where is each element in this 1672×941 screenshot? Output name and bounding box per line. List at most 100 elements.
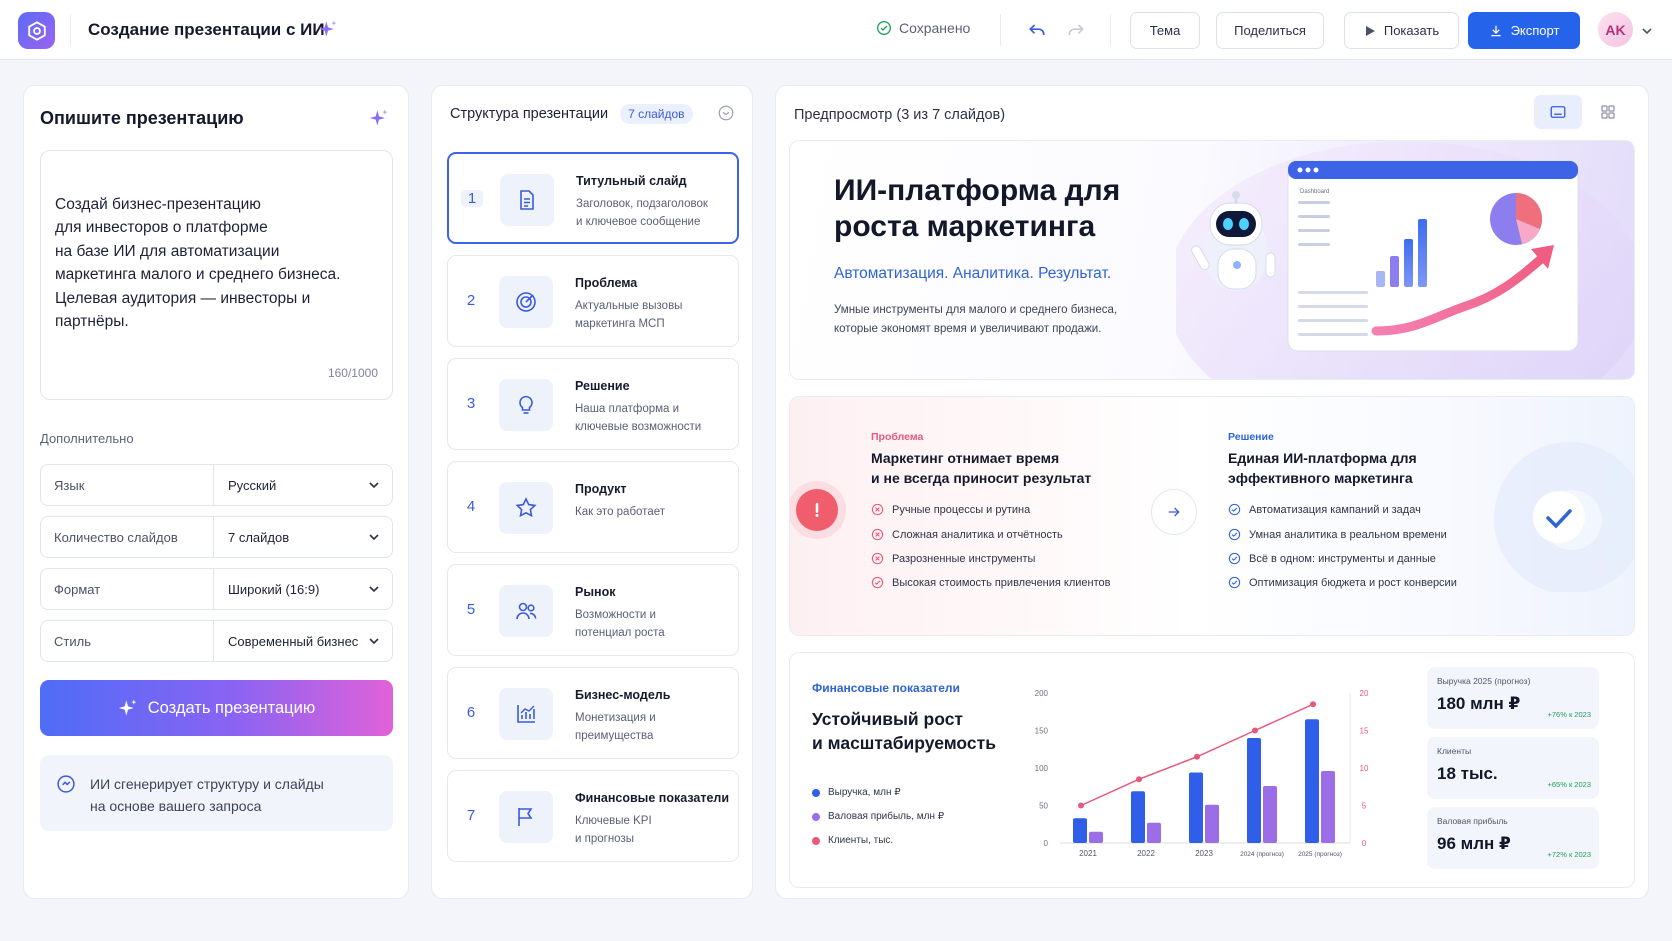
solution-item: Всё в одном: инструменты и данные [1228, 552, 1436, 565]
chevron-down-icon[interactable] [1641, 24, 1653, 42]
revenue-bar [1247, 738, 1261, 843]
slide-number: 7 [466, 807, 476, 824]
finance-title: Устойчивый рост и масштабируемость [812, 709, 996, 753]
kpi-delta: +72% к 2023 [1547, 850, 1591, 859]
download-icon [1490, 25, 1501, 36]
ai-info-icon [57, 775, 75, 793]
slide-preview-problem-solution[interactable]: Проблема Маркетинг отнимает время и не в… [789, 396, 1635, 636]
slide-desc: Заголовок, подзаголовок и ключевое сообщ… [576, 198, 708, 228]
language-select[interactable]: Язык Русский [40, 464, 393, 506]
preview-heading: Предпросмотр (3 из 7 слайдов) [794, 107, 1006, 123]
theme-button[interactable]: Тема [1130, 12, 1200, 49]
document-title[interactable]: Создание презентации с ИИ [88, 20, 325, 40]
check-circle-icon [1228, 552, 1241, 565]
hero-description: Умные инструменты для малого и среднего … [834, 304, 1118, 335]
solution-item: Оптимизация бюджета и рост конверсии [1228, 576, 1457, 589]
redo-icon[interactable] [1066, 20, 1086, 45]
kpi-label: Валовая прибыль [1437, 816, 1508, 826]
chevron-down-icon [369, 534, 379, 541]
solution-item-text: Оптимизация бюджета и рост конверсии [1249, 576, 1457, 589]
solution-item-text: Автоматизация кампаний и задач [1249, 503, 1421, 516]
slide-item-5[interactable]: 5 Рынок Возможности и потенциал роста [447, 564, 739, 656]
avatar[interactable]: AK [1598, 12, 1633, 47]
y-tick-label: 100 [1035, 764, 1049, 773]
y-tick-label: 200 [1035, 689, 1049, 698]
share-button[interactable]: Поделиться [1216, 12, 1324, 49]
solution-item: Автоматизация кампаний и задач [1228, 503, 1421, 516]
target-icon [499, 276, 553, 328]
kpi-delta: +65% к 2023 [1547, 780, 1591, 789]
problem-item-text: Разрозненные инструменты [892, 552, 1036, 565]
additional-section-label: Дополнительно [40, 431, 134, 446]
slide-count-select[interactable]: Количество слайдов 7 слайдов [40, 516, 393, 558]
kpi-delta: +76% к 2023 [1547, 710, 1591, 719]
kpi-label: Клиенты [1437, 746, 1472, 756]
slide-item-6[interactable]: 6 Бизнес-модель Монетизация и преимущест… [447, 667, 739, 759]
slide-title: Рынок [575, 585, 616, 599]
revenue-bar [1131, 791, 1145, 843]
slide-desc: Возможности и потенциал роста [575, 609, 665, 639]
grid-view-button[interactable] [1584, 95, 1632, 129]
slide-number: 5 [466, 601, 476, 618]
style-select[interactable]: Стиль Современный бизнес [40, 620, 393, 662]
single-view-button[interactable] [1534, 95, 1582, 129]
slide-number: 3 [466, 395, 476, 412]
revenue-bar [1305, 719, 1319, 843]
chevron-down-icon [369, 586, 379, 593]
create-presentation-button[interactable]: Создать презентацию [40, 680, 393, 736]
legend-label: Выручка, млн ₽ [828, 787, 901, 798]
slide-item-4[interactable]: 4 Продукт Как это работает [447, 461, 739, 553]
option-key: Стиль [41, 621, 214, 661]
revenue-bar [1073, 818, 1087, 843]
kpi-label: Выручка 2025 (прогноз) [1437, 676, 1531, 686]
legend-item: Клиенты, тыс. [812, 835, 893, 846]
format-select[interactable]: Формат Широкий (16:9) [40, 568, 393, 610]
slide-title: Титульный слайд [576, 174, 687, 188]
x-tick-label: 2025 (прогноз) [1298, 851, 1342, 858]
gross-profit-bar [1147, 822, 1161, 843]
grid-icon [1601, 105, 1615, 119]
show-button-label: Показать [1383, 23, 1440, 38]
export-button[interactable]: Экспорт [1468, 12, 1580, 49]
hero-title: ИИ-платформа для роста маркетинга [834, 174, 1121, 243]
kpi-card: Валовая прибыль 96 млн ₽ +72% к 2023 [1427, 807, 1599, 869]
slide-preview-finance[interactable]: Финансовые показатели Устойчивый рост и … [789, 652, 1635, 888]
slide-desc: Монетизация и преимущества [575, 712, 656, 742]
slide-preview-title[interactable]: ИИ-платформа для роста маркетинга Автома… [789, 140, 1635, 380]
sparkle-icon [318, 19, 338, 44]
solution-item-text: Умная аналитика в реальном времени [1249, 528, 1447, 541]
create-button-label: Создать презентацию [147, 698, 316, 717]
solution-label: Решение [1228, 431, 1274, 443]
app-logo-icon[interactable] [18, 12, 55, 49]
slide-item-3[interactable]: 3 Решение Наша платформа и ключевые возм… [447, 358, 739, 450]
gross-profit-bar [1263, 786, 1277, 843]
problem-item-text: Ручные процессы и рутина [892, 503, 1031, 516]
finance-label: Финансовые показатели [812, 681, 960, 695]
lightbulb-icon [499, 379, 553, 431]
x-circle-icon [871, 552, 884, 565]
problem-item: Разрозненные инструменты [871, 552, 1035, 565]
clients-point [1194, 753, 1200, 760]
y2-tick-label: 0 [1362, 839, 1367, 848]
prompt-textarea[interactable]: Создай бизнес-презентацию для инвесторов… [40, 150, 393, 400]
check-circle-icon [877, 21, 891, 35]
collapse-icon[interactable] [717, 104, 735, 127]
preview-panel: Предпросмотр (3 из 7 слайдов) ИИ-платфор… [775, 85, 1649, 899]
show-button[interactable]: Показать [1344, 12, 1459, 49]
y2-tick-label: 5 [1362, 802, 1367, 811]
slide-item-7[interactable]: 7 Финансовые показатели Ключевые KPI и п… [447, 770, 739, 862]
gross-profit-bar [1089, 831, 1103, 843]
slide-item-2[interactable]: 2 Проблема Актуальные вызовы маркетинга … [447, 255, 739, 347]
option-key: Формат [41, 569, 214, 609]
hero-illustration: Dashboard [1176, 141, 1634, 379]
problem-item: Сложная аналитика и отчётность [871, 528, 1063, 541]
problem-label: Проблема [871, 431, 924, 443]
slide-item-1[interactable]: 1 Титульный слайд Заголовок, подзаголово… [447, 152, 739, 244]
clients-point [1252, 727, 1258, 734]
y-tick-label: 50 [1039, 802, 1048, 811]
theme-button-label: Тема [1149, 23, 1181, 38]
option-value: Широкий (16:9) [228, 581, 320, 597]
slide-count-badge: 7 слайдов [620, 104, 693, 124]
undo-icon[interactable] [1027, 20, 1047, 45]
slide-title: Продукт [575, 482, 627, 496]
